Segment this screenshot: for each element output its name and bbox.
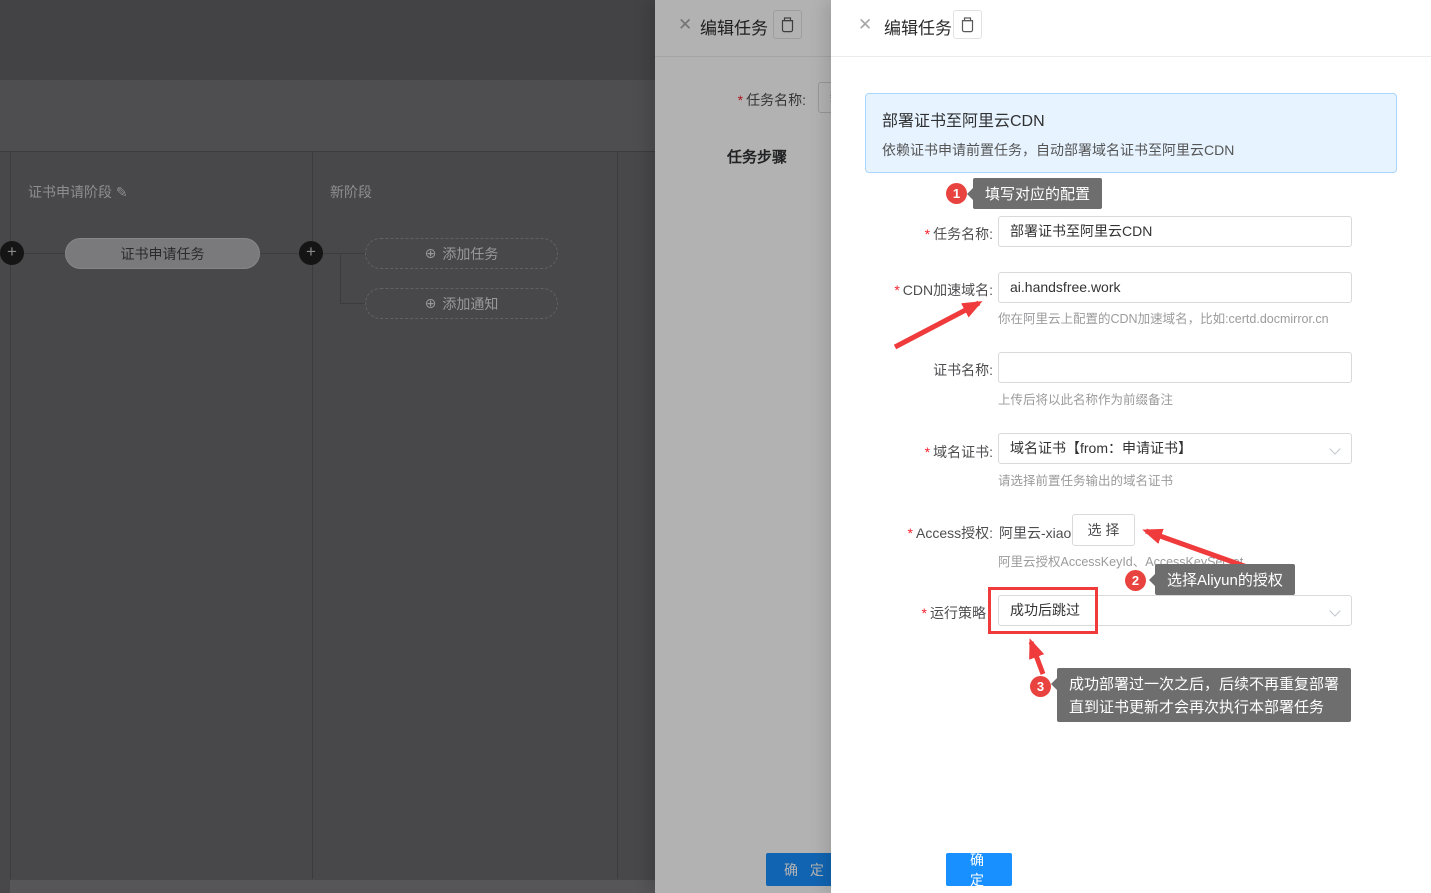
trash-icon: [960, 17, 975, 33]
annotation-1-tooltip: 填写对应的配置: [973, 178, 1102, 209]
domain-cert-label: *域名证书:: [831, 442, 993, 462]
cert-name-input[interactable]: [998, 352, 1352, 383]
domain-cert-select[interactable]: 域名证书【from：申请证书】: [998, 433, 1352, 464]
connector: [340, 303, 365, 304]
cdn-domain-input[interactable]: ai.handsfree.work: [998, 272, 1352, 303]
arrow-to-cdn-field: [895, 303, 979, 347]
edit-pencil-icon[interactable]: ✎: [116, 184, 128, 200]
drawer-header: ✕ 编辑任务: [831, 0, 1431, 57]
stage2-title: 新阶段: [330, 182, 372, 202]
annotation-3-tooltip: 成功部署过一次之后，后续不再重复部署 直到证书更新才会再次执行本部署任务: [1057, 668, 1351, 722]
close-icon[interactable]: ✕: [858, 15, 872, 35]
add-stage-button[interactable]: +: [299, 241, 323, 265]
arrow-to-run-strategy: [1031, 642, 1043, 674]
add-task-button[interactable]: ⊕ 添加任务: [365, 238, 558, 269]
cert-name-label: 证书名称:: [831, 360, 993, 380]
access-value: 阿里云-xiao: [999, 523, 1071, 543]
back-edit-task-drawer: ✕ 编辑任务 *任务名称: 新 任务步骤 确 定: [655, 0, 831, 893]
run-strategy-label: *运行策略: [831, 603, 986, 623]
task-name-label: *任务名称:: [831, 224, 993, 244]
connector: [260, 253, 300, 254]
plugin-info-alert: 部署证书至阿里云CDN 依赖证书申请前置任务，自动部署域名证书至阿里云CDN: [865, 93, 1397, 173]
annotation-2-tooltip: 选择Aliyun的授权: [1155, 564, 1295, 595]
plus-circle-icon: ⊕: [425, 295, 437, 312]
edit-task-drawer: ✕ 编辑任务 部署证书至阿里云CDN 依赖证书申请前置任务，自动部署域名证书至阿…: [831, 0, 1431, 893]
access-label: *Access授权:: [831, 523, 993, 543]
cdn-domain-label: *CDN加速域名:: [831, 280, 993, 300]
annotation-2-badge: 2: [1125, 570, 1146, 591]
task-node-cert-request[interactable]: 证书申请任务: [65, 238, 260, 269]
plugin-title: 部署证书至阿里云CDN: [882, 107, 1380, 131]
confirm-button[interactable]: 确 定: [946, 853, 1012, 886]
drawer-title: 编辑任务: [884, 14, 952, 39]
add-notification-button[interactable]: ⊕ 添加通知: [365, 288, 558, 319]
domain-cert-hint: 请选择前置任务输出的域名证书: [998, 470, 1173, 489]
annotation-1-badge: 1: [946, 183, 967, 204]
chevron-down-icon: [1329, 605, 1340, 616]
add-stage-button[interactable]: +: [0, 241, 24, 265]
connector: [323, 253, 365, 254]
cdn-domain-hint: 你在阿里云上配置的CDN加速域名，比如:certd.docmirror.cn: [998, 308, 1329, 327]
stage-divider: [617, 152, 618, 879]
delete-task-button[interactable]: [953, 10, 982, 39]
chevron-down-icon: [1329, 443, 1340, 454]
connector: [24, 253, 65, 254]
stage1-title: 证书申请阶段 ✎: [28, 182, 128, 202]
connector: [340, 253, 341, 303]
highlight-rectangle: [988, 587, 1098, 634]
task-name-input[interactable]: 部署证书至阿里云CDN: [998, 216, 1352, 247]
app-root: 证书申请阶段 ✎ 新阶段 + + 证书申请任务 ⊕ 添加任务 ⊕ 添加通知: [0, 0, 1431, 893]
plus-circle-icon: ⊕: [425, 245, 437, 262]
annotation-3-badge: 3: [1030, 676, 1051, 697]
cert-name-hint: 上传后将以此名称作为前缀备注: [998, 389, 1173, 408]
access-pick-button[interactable]: 选 择: [1072, 514, 1135, 546]
drawer-dim-overlay: [655, 0, 831, 893]
plugin-description: 依赖证书申请前置任务，自动部署域名证书至阿里云CDN: [882, 140, 1380, 160]
